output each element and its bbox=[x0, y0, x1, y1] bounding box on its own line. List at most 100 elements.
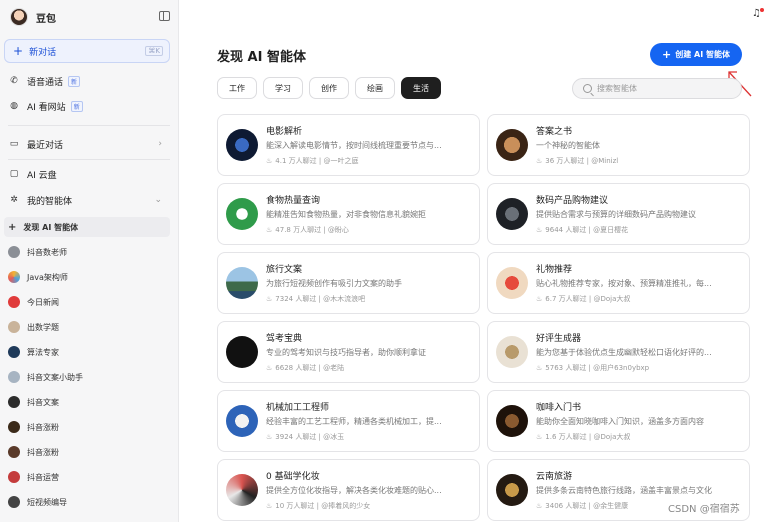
agent-label: 抖音文案 bbox=[27, 397, 59, 407]
usage-count: 10 万人聊过 bbox=[275, 502, 315, 510]
sidebar-collapse-icon[interactable] bbox=[159, 11, 170, 21]
agent-thumbnail-icon bbox=[226, 198, 258, 230]
sidebar-agent-item[interactable]: 抖音文案 bbox=[8, 393, 170, 411]
agent-meta: ♨ 10 万人聊过 | @捧着风的少女 bbox=[266, 502, 371, 510]
agent-card[interactable]: 数码产品购物建议 提供贴合需求与预算的详细数码产品购物建议 ♨ 9644 人聊过 … bbox=[487, 183, 750, 245]
sidebar-agent-item[interactable]: 短视频编导 bbox=[8, 493, 170, 511]
sidebar-item-label: 语音通话 bbox=[27, 77, 64, 88]
flame-icon: ♨ bbox=[536, 433, 543, 441]
create-agent-button[interactable]: + 创建 AI 智能体 bbox=[650, 43, 742, 66]
agent-name: 数码产品购物建议 bbox=[536, 196, 609, 206]
agent-name: 机械加工工程师 bbox=[266, 403, 330, 413]
agent-meta: ♨ 5763 人聊过 | @用户63n0ybxp bbox=[536, 364, 650, 372]
usage-count: 3924 人聊过 bbox=[275, 433, 317, 441]
flame-icon: ♨ bbox=[266, 364, 273, 372]
new-chat-button[interactable]: + 新对话 ⌘K bbox=[4, 39, 170, 63]
sidebar-item-ai-web[interactable]: ◍ AI 看网站 新 bbox=[8, 96, 170, 116]
sidebar-item-cloud[interactable]: ▢ AI 云盘 bbox=[8, 164, 170, 184]
sidebar-item-label: AI 云盘 bbox=[27, 170, 57, 181]
plus-icon: + bbox=[662, 48, 672, 61]
agent-avatar-icon bbox=[8, 496, 20, 508]
sidebar-agent-item[interactable]: 抖音数老师 bbox=[8, 243, 170, 261]
agent-label: 算法专家 bbox=[27, 347, 59, 357]
agent-icon: ✲ bbox=[10, 195, 18, 205]
sidebar-agent-item[interactable]: 出数学题 bbox=[8, 318, 170, 336]
flame-icon: ♨ bbox=[536, 226, 543, 234]
agent-card[interactable]: 电影解析 能深入解读电影情节，按时间线梳理重要节点与... ♨ 4.1 万人聊过 … bbox=[217, 114, 480, 176]
agent-label: 抖音数老师 bbox=[27, 247, 67, 257]
flame-icon: ♨ bbox=[266, 433, 273, 441]
agent-thumbnail-icon bbox=[226, 129, 258, 161]
agent-desc: 一个神秘的智能体 bbox=[536, 141, 600, 150]
agent-label: 出数学题 bbox=[27, 322, 59, 332]
agent-card[interactable]: 0 基础学化妆 提供全方位化妆指导，解决各类化妆难题的贴心... ♨ 10 万人聊… bbox=[217, 459, 480, 521]
usage-count: 5763 人聊过 bbox=[545, 364, 587, 372]
author: @Doja大叔 bbox=[593, 295, 631, 303]
sidebar-agent-item[interactable]: 抖音运营 bbox=[8, 468, 170, 486]
sidebar-agent-item[interactable]: 今日新闻 bbox=[8, 293, 170, 311]
search-input[interactable]: 搜索智能体 bbox=[572, 78, 742, 99]
author: @木木流浪吧 bbox=[323, 295, 366, 303]
agent-avatar-icon bbox=[8, 396, 20, 408]
sidebar-item-discover[interactable]: + 发现 AI 智能体 bbox=[4, 217, 170, 237]
agent-meta: ♨ 7324 人聊过 | @木木流浪吧 bbox=[266, 295, 366, 303]
author: @一叶之庭 bbox=[323, 157, 359, 165]
agent-card[interactable]: 机械加工工程师 经验丰富的工艺工程师，精通各类机械加工，提... ♨ 3924 人… bbox=[217, 390, 480, 452]
tab-life[interactable]: 生活 bbox=[401, 77, 441, 99]
agent-meta: ♨ 9644 人聊过 | @夏日樱花 bbox=[536, 226, 629, 234]
agent-card[interactable]: 驾考宝典 专业的驾考知识与技巧指导者，助你顺利拿证 ♨ 6628 人聊过 | @老… bbox=[217, 321, 480, 383]
agent-avatar-icon bbox=[8, 271, 20, 283]
sidebar: 豆包 + 新对话 ⌘K ✆ 语音通话 新 ◍ AI 看网站 新 ▭ 最近对话 ›… bbox=[0, 0, 179, 522]
agent-card[interactable]: 答案之书 一个神秘的智能体 ♨ 36 万人聊过 | @Minizl bbox=[487, 114, 750, 176]
agent-avatar-icon bbox=[8, 246, 20, 258]
phone-icon: ✆ bbox=[10, 76, 18, 86]
tab-drawing[interactable]: 绘画 bbox=[355, 77, 395, 99]
agent-card[interactable]: 食物热量查询 能精准告知食物热量，对非食物信息礼貌婉拒 ♨ 47.8 万人聊过 |… bbox=[217, 183, 480, 245]
agent-name: 驾考宝典 bbox=[266, 334, 303, 344]
agent-desc: 提供贴合需求与预算的详细数码产品购物建议 bbox=[536, 210, 696, 219]
app-name: 豆包 bbox=[36, 13, 56, 25]
tab-work[interactable]: 工作 bbox=[217, 77, 257, 99]
sidebar-item-my-agents[interactable]: ✲ 我的智能体 ⌄ bbox=[8, 190, 170, 210]
agent-card[interactable]: 礼物推荐 贴心礼物推荐专家，按对象、预算精准推礼，每... ♨ 6.7 万人聊过 … bbox=[487, 252, 750, 314]
new-badge: 新 bbox=[68, 75, 81, 87]
agent-card[interactable]: 旅行文案 为旅行短视频创作有吸引力文案的助手 ♨ 7324 人聊过 | @木木流浪… bbox=[217, 252, 480, 314]
sidebar-agent-item[interactable]: 抖音文案小助手 bbox=[8, 368, 170, 386]
agent-label: 抖音涨粉 bbox=[27, 422, 59, 432]
agent-thumbnail-icon bbox=[496, 198, 528, 230]
agent-name: 礼物推荐 bbox=[536, 265, 573, 275]
avatar[interactable] bbox=[10, 8, 28, 26]
author: @盼心 bbox=[327, 226, 349, 234]
agent-desc: 专业的驾考知识与技巧指导者，助你顺利拿证 bbox=[266, 348, 426, 357]
agent-avatar-icon bbox=[8, 346, 20, 358]
flame-icon: ♨ bbox=[536, 364, 543, 372]
sidebar-item-recent[interactable]: ▭ 最近对话 › bbox=[8, 134, 170, 154]
agent-card[interactable]: 好评生成器 能为您基于体验优点生成幽默轻松口语化好评的... ♨ 5763 人聊过… bbox=[487, 321, 750, 383]
agent-desc: 经验丰富的工艺工程师，精通各类机械加工，提... bbox=[266, 417, 442, 426]
sidebar-agent-item[interactable]: Java架构师 bbox=[8, 268, 170, 286]
author: @Doja大叔 bbox=[593, 433, 631, 441]
flame-icon: ♨ bbox=[266, 502, 273, 510]
tab-create[interactable]: 创作 bbox=[309, 77, 349, 99]
agent-avatar-icon bbox=[8, 296, 20, 308]
tab-study[interactable]: 学习 bbox=[263, 77, 303, 99]
sidebar-agent-item[interactable]: 抖音涨粉 bbox=[8, 418, 170, 436]
agent-desc: 能精准告知食物热量，对非食物信息礼貌婉拒 bbox=[266, 210, 426, 219]
chevron-right-icon: › bbox=[158, 139, 162, 149]
agent-thumbnail-icon bbox=[226, 474, 258, 506]
sidebar-agent-item[interactable]: 抖音涨粉 bbox=[8, 443, 170, 461]
agent-label: Java架构师 bbox=[27, 272, 68, 282]
sidebar-item-voice-call[interactable]: ✆ 语音通话 新 bbox=[8, 71, 170, 91]
agent-avatar-icon bbox=[8, 371, 20, 383]
agent-card[interactable]: 咖啡入门书 能助你全面知晓咖啡入门知识，涵盖多方面内容 ♨ 1.6 万人聊过 | … bbox=[487, 390, 750, 452]
agent-desc: 能为您基于体验优点生成幽默轻松口语化好评的... bbox=[536, 348, 712, 357]
sidebar-agent-item[interactable]: 算法专家 bbox=[8, 343, 170, 361]
author: @冰玉 bbox=[323, 433, 345, 441]
plus-icon: + bbox=[8, 221, 17, 233]
author: @夏日樱花 bbox=[593, 226, 629, 234]
agent-meta: ♨ 6628 人聊过 | @老陆 bbox=[266, 364, 345, 372]
agent-meta: ♨ 6.7 万人聊过 | @Doja大叔 bbox=[536, 295, 631, 303]
divider bbox=[8, 159, 170, 160]
usage-count: 47.8 万人聊过 bbox=[275, 226, 322, 234]
new-badge: 新 bbox=[70, 100, 83, 112]
